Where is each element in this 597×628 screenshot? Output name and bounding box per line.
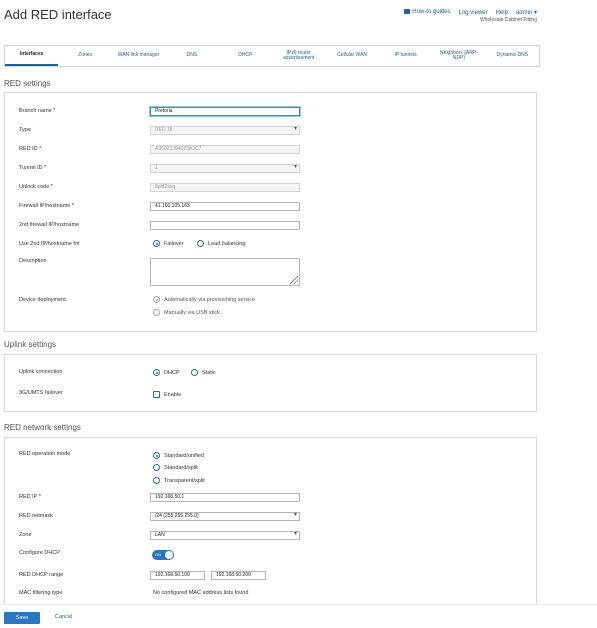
log-viewer-link[interactable]: Log viewer (459, 10, 488, 16)
auto-provision-radio[interactable]: Automatically via provisioning service (153, 296, 255, 303)
page-title: Add RED interface (4, 7, 112, 22)
device-deployment-label: Device deployment (19, 297, 66, 303)
footer-bar: Save Cancel (0, 604, 597, 628)
admin-menu[interactable]: admin ▾ (516, 9, 537, 16)
red-settings-panel: Branch name * Pretoria Type RED 15 RED I… (4, 92, 537, 332)
tab-dns[interactable]: DNS (165, 46, 218, 66)
tab-interfaces[interactable]: Interfaces (5, 46, 59, 66)
tab-bar: Interfaces Zones WAN link manager DNS DH… (4, 45, 540, 67)
configure-dhcp-toggle[interactable]: ON (152, 550, 174, 560)
failover-label: 3G/UMTS failover (19, 390, 63, 396)
type-select[interactable]: RED 15 (150, 126, 300, 135)
branch-name-label: Branch name * (19, 108, 56, 114)
zone-label: Zone (19, 532, 32, 538)
configure-dhcp-label: Configure DHCP (19, 550, 60, 556)
failover-radio[interactable]: Failover (153, 240, 184, 247)
radio-selected-icon (153, 452, 160, 459)
tab-dhcp[interactable]: DHCP (219, 46, 272, 66)
resize-grip-icon[interactable] (290, 276, 298, 284)
video-icon (404, 9, 411, 15)
red-id-label: RED ID * (19, 146, 42, 152)
type-label: Type (19, 127, 31, 133)
branch-name-input[interactable]: Pretoria (150, 107, 300, 116)
radio-selected-icon (153, 240, 160, 247)
firewall-ip-input[interactable]: 41.160.105.163 (150, 202, 300, 211)
radio-icon (191, 369, 198, 376)
uplink-static-radio[interactable]: Static (191, 369, 216, 376)
red-ip-input[interactable]: 192.168.50.1 (150, 493, 300, 502)
uplink-settings-title: Uplink settings (4, 340, 57, 349)
mode-transparent-split-radio[interactable]: Transparent/split (153, 477, 205, 484)
description-textarea[interactable] (150, 258, 300, 286)
mac-filtering-value: No configured MAC address lists found (153, 590, 249, 596)
second-firewall-input[interactable] (150, 221, 300, 230)
uplink-dhcp-radio[interactable]: DHCP (153, 369, 180, 376)
unlock-code-input[interactable]: 8pld2ssq (150, 183, 300, 192)
red-netmask-select[interactable]: /24 (255.255.255.0) (150, 512, 300, 521)
uplink-connection-label: Uplink connection (19, 369, 63, 375)
dhcp-range-end-input[interactable]: 192.168.50.200 (211, 571, 266, 580)
usb-stick-radio[interactable]: Manually via USB stick (153, 309, 220, 316)
uplink-settings-panel: Uplink connection DHCP Static 3G/UMTS fa… (4, 354, 537, 412)
radio-icon (197, 240, 204, 247)
radio-icon (153, 309, 160, 316)
tunnel-id-select[interactable]: 1 (150, 164, 300, 173)
red-netmask-label: RED netmask (19, 513, 53, 519)
network-settings-panel: RED operation mode Standard/unified Stan… (4, 437, 537, 607)
radio-icon (153, 464, 160, 471)
tab-wan-link-manager[interactable]: WAN link manager (112, 46, 165, 66)
tab-zones[interactable]: Zones (58, 46, 111, 66)
help-link[interactable]: Help (496, 10, 508, 16)
red-ip-label: RED IP * (19, 494, 41, 500)
tunnel-id-label: Tunnel ID * (19, 165, 47, 171)
description-label: Description (19, 258, 47, 264)
mac-filtering-label: MAC filtering type (19, 590, 63, 596)
dhcp-range-start-input[interactable]: 192.168.50.100 (150, 571, 205, 580)
load-balancing-radio[interactable]: Load balancing (197, 240, 245, 247)
tab-cellular-wan[interactable]: Cellular WAN (325, 46, 378, 66)
tab-ip-tunnels[interactable]: IP tunnels (379, 46, 432, 66)
operation-mode-label: RED operation mode (19, 451, 71, 457)
tab-ipv6-router-advertisement[interactable]: IPv6 router advertisement (272, 46, 325, 66)
use-second-label: Use 2nd IP/hostname for (19, 241, 80, 247)
network-settings-title: RED network settings (4, 423, 81, 432)
second-firewall-label: 2nd firewall IP/hostname (19, 222, 80, 228)
tab-dynamic-dns[interactable]: Dynamic DNS (486, 46, 539, 66)
failover-enable-checkbox[interactable]: Enable (153, 391, 181, 398)
radio-selected-icon (153, 369, 160, 376)
checkbox-icon (153, 391, 160, 398)
firewall-ip-label: Firewall IP/hostname * (19, 203, 75, 209)
unlock-code-label: Unlock code * (19, 184, 53, 190)
dhcp-range-label: RED DHCP range (19, 572, 64, 578)
company-name: Wholesale Cabinet Fitting (480, 17, 537, 23)
mode-standard-unified-radio[interactable]: Standard/unified (153, 452, 204, 459)
tab-neighbors[interactable]: Neighbors (ARP-NDP) (432, 46, 485, 66)
zone-select[interactable]: LAN (150, 531, 300, 540)
toggle-knob-icon (165, 551, 173, 559)
red-settings-title: RED settings (4, 79, 51, 88)
radio-icon (153, 477, 160, 484)
how-to-guides-link[interactable]: How-to guides (404, 9, 451, 16)
cancel-button[interactable]: Cancel (55, 614, 72, 620)
top-navigation: How-to guides Log viewer Help admin ▾ (404, 9, 537, 16)
save-button[interactable]: Save (4, 612, 40, 624)
radio-selected-icon (153, 296, 160, 303)
red-id-input[interactable]: A35023394073A3C7 (150, 145, 300, 154)
mode-standard-split-radio[interactable]: Standard/split (153, 464, 198, 471)
